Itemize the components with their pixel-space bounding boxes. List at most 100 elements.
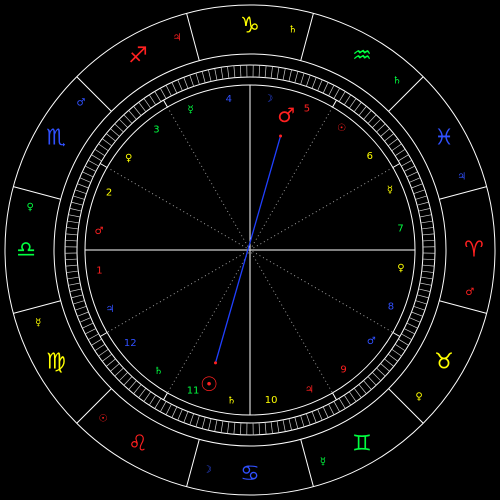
degree-tick [143, 98, 152, 109]
degree-tick [94, 148, 106, 157]
degree-tick [384, 133, 394, 142]
degree-tick [110, 128, 120, 137]
house-ruler-icon: ♃ [106, 304, 115, 315]
degree-tick [288, 418, 292, 431]
degree-tick [128, 380, 137, 390]
degree-tick [418, 288, 431, 292]
degree-tick [276, 67, 280, 80]
degree-tick [91, 338, 102, 346]
degree-tick [118, 118, 128, 128]
sign-aries-icon: ♈ [464, 238, 484, 263]
sign-ruler-icon: ♀ [26, 202, 33, 213]
degree-tick [143, 391, 152, 402]
chart-wheel-svg: ♈ ♂ ♉ ♀ ♊ ☿ ♋ ☽ ♌ ☉ ♍ ☿ ♎ ♀ ♏ ♂ ♐ ♃ ♑ ♄ ♒ ♄ ♓ ♃ 1 ♂ 2 ♀ 3 ☿ 4 ☽ 5 ☉ 6 ☿ 7 ♀ 8 ♂… [4, 4, 496, 496]
degree-tick [363, 380, 372, 390]
degree-tick [65, 258, 78, 261]
degree-tick [358, 106, 367, 116]
degree-tick [171, 406, 178, 418]
house-ruler-icon: ☿ [188, 105, 194, 116]
degree-tick [227, 66, 230, 79]
degree-tick [353, 387, 362, 398]
house-number-10: 10 [265, 395, 278, 406]
degree-tick [394, 148, 406, 157]
degree-tick [165, 85, 172, 97]
degree-tick [413, 189, 426, 195]
degree-tick [160, 401, 167, 412]
degree-tick [398, 338, 409, 346]
planet-marker [214, 361, 218, 365]
degree-tick [401, 160, 412, 167]
sign-ruler-icon: ♄ [392, 75, 401, 86]
degree-tick [214, 419, 218, 432]
degree-tick [367, 376, 377, 386]
degree-tick [305, 74, 311, 87]
sign-ruler-icon: ♂ [76, 98, 85, 109]
degree-tick [422, 258, 435, 261]
house-number-5: 5 [304, 104, 310, 115]
house-number-4: 4 [226, 94, 232, 105]
house-ruler-icon: ♄ [154, 366, 163, 377]
house-number-8: 8 [388, 301, 394, 312]
degree-tick [276, 420, 280, 433]
degree-tick [208, 418, 212, 431]
sign-scorpio-icon: ♏ [46, 126, 66, 151]
degree-tick [201, 71, 206, 83]
degree-tick [322, 82, 329, 94]
aspect-line [214, 135, 282, 364]
degree-tick [387, 138, 398, 147]
sign-ruler-icon: ♄ [288, 25, 297, 36]
degree-tick [328, 85, 335, 97]
degree-tick [409, 317, 421, 323]
degree-tick [363, 110, 372, 120]
degree-tick [165, 403, 172, 415]
degree-tick [391, 143, 402, 152]
sign-ruler-icon: ☿ [320, 456, 326, 467]
degree-tick [160, 88, 167, 99]
house-cusp-tick [99, 163, 108, 168]
degree-tick [343, 394, 352, 406]
sign-boundary [186, 13, 200, 61]
degree-tick [258, 65, 261, 78]
degree-tick [353, 102, 362, 113]
house-ruler-icon: ♃ [305, 384, 314, 395]
degree-tick [270, 421, 273, 434]
sign-ruler-icon: ♀ [415, 391, 422, 402]
sign-sagittarius-icon: ♐ [128, 44, 148, 69]
degree-tick [102, 138, 113, 147]
degree-tick [415, 195, 428, 200]
degree-tick [148, 394, 157, 406]
degree-tick [288, 69, 292, 82]
degree-tick [133, 384, 142, 394]
degree-tick [79, 177, 91, 183]
degree-tick [227, 421, 230, 434]
degree-tick [67, 220, 80, 224]
degree-tick [123, 376, 133, 386]
degree-tick [65, 264, 78, 267]
degree-tick [91, 154, 102, 162]
degree-tick [300, 415, 305, 428]
degree-tick [208, 69, 212, 82]
house-number-2: 2 [106, 188, 112, 199]
degree-tick [403, 328, 415, 335]
degree-tick [421, 227, 434, 230]
degree-tick [294, 71, 299, 83]
house-number-12: 12 [124, 338, 137, 349]
sign-leo-icon: ♌ [128, 431, 148, 456]
degree-tick [394, 343, 406, 352]
degree-tick [419, 282, 432, 286]
degree-tick [409, 177, 421, 183]
degree-tick [82, 322, 94, 329]
sign-capricorn-icon: ♑ [240, 14, 260, 39]
degree-tick [333, 401, 340, 412]
degree-tick [66, 270, 79, 273]
house-ruler-icon: ♂ [95, 226, 104, 237]
sign-pisces-icon: ♓ [434, 126, 454, 151]
degree-tick [74, 305, 87, 311]
degree-tick [239, 422, 242, 435]
degree-tick [338, 398, 346, 409]
degree-tick [177, 409, 183, 421]
degree-tick [239, 65, 242, 78]
degree-tick [195, 72, 200, 85]
house-ruler-icon: ♀ [397, 263, 404, 274]
planet-marker [279, 134, 283, 138]
